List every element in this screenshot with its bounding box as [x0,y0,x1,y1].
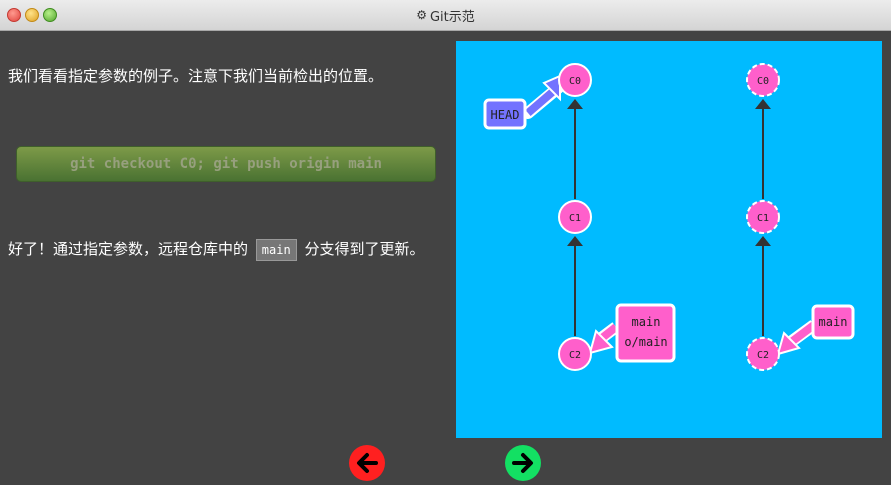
git-graph-svg: HEAD main o/main main C0 C1 C2 C0 C1 C2 [483,63,855,371]
previous-step-button[interactable] [349,445,385,481]
remote-commit-c0-label: C0 [757,76,769,87]
local-commit-c1-label: C1 [569,213,581,224]
window-title-container: ⚙ Git示范 [0,0,891,30]
gear-icon: ⚙ [416,8,427,22]
instruction-panel: 我们看看指定参数的例子。注意下我们当前检出的位置。 git checkout C… [0,30,445,481]
head-label: HEAD [491,108,520,122]
remote-edge-arrowhead [755,99,771,109]
intro-text: 我们看看指定参数的例子。注意下我们当前检出的位置。 [8,67,384,85]
head-arrow [525,85,559,117]
arrow-left-icon [357,453,378,473]
command-label: git checkout C0; git push origin main [70,156,382,172]
result-text: 好了！通过指定参数，远程仓库中的 main 分支得到了更新。 [8,237,428,261]
arrow-right-icon [512,453,533,473]
local-main-label: main [632,315,661,329]
local-commit-c0-label: C0 [569,76,581,87]
result-text-after: 分支得到了更新。 [304,240,425,258]
run-command-button[interactable]: git checkout C0; git push origin main [16,146,436,182]
remote-commit-c1-label: C1 [757,213,769,224]
remote-main-label: main [819,315,848,329]
title-bar: ⚙ Git示范 [0,0,891,31]
remote-edge-arrowhead [755,236,771,246]
branch-code: main [255,239,297,261]
local-edge-arrowhead [567,236,583,246]
remote-commit-c2-label: C2 [757,350,769,361]
next-step-button[interactable] [505,445,541,481]
result-text-before: 好了！通过指定参数，远程仓库中的 [8,240,249,258]
remote-tracking-label: o/main [624,335,667,349]
local-commit-c2-label: C2 [569,350,581,361]
git-visualization-canvas: HEAD main o/main main C0 C1 C2 C0 C1 C2 [456,41,882,438]
local-edge-arrowhead [567,99,583,109]
window-title: Git示范 [429,9,475,25]
local-branch-label-box [615,303,676,363]
